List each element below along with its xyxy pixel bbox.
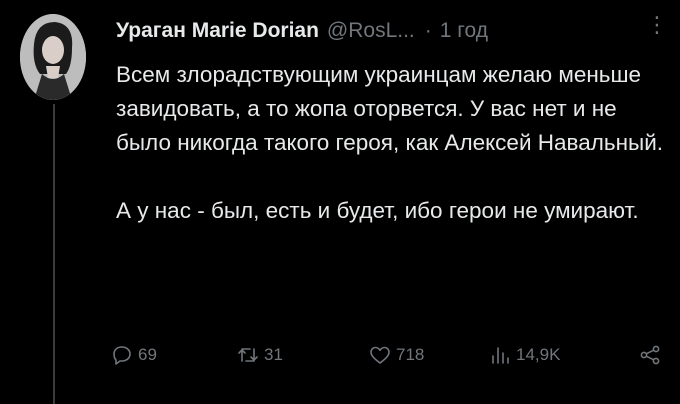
reply-count: 69: [138, 345, 157, 364]
retweet-count: 31: [264, 345, 283, 364]
avatar-photo: [20, 14, 86, 100]
separator-dot: ·: [424, 19, 432, 42]
tweet-header: Ураган Marie Dorian @RosL... · 1 год ⋮: [116, 12, 668, 48]
author-handle[interactable]: @RosL...: [327, 19, 415, 43]
tweet-time[interactable]: 1 год: [440, 19, 488, 43]
avatar[interactable]: [20, 14, 86, 100]
retweet-button[interactable]: 31: [236, 338, 283, 372]
like-button[interactable]: 718: [368, 338, 424, 372]
tweet-paragraph-1: Всем злорадствующим украинцам желаю мень…: [116, 62, 664, 155]
tweet-actions: 69 31 718 14,9K: [110, 338, 666, 372]
thread-line: [53, 104, 55, 404]
more-options-icon[interactable]: ⋮: [646, 12, 668, 38]
tweet-paragraph-2: А у нас - был, есть и будет, ибо герои н…: [116, 198, 639, 223]
tweet-body: Всем злорадствующим украинцам желаю мень…: [116, 58, 666, 228]
reply-button[interactable]: 69: [110, 338, 157, 372]
reply-icon: [113, 346, 131, 365]
views-chart-icon: [492, 347, 509, 364]
heart-icon: [370, 346, 390, 364]
views-button[interactable]: 14,9K: [488, 338, 560, 372]
views-count: 14,9K: [516, 345, 561, 364]
share-button[interactable]: [638, 338, 666, 372]
like-count: 718: [396, 345, 425, 364]
retweet-icon: [238, 348, 258, 362]
author-name[interactable]: Ураган Marie Dorian: [116, 19, 319, 43]
share-icon: [640, 345, 660, 365]
